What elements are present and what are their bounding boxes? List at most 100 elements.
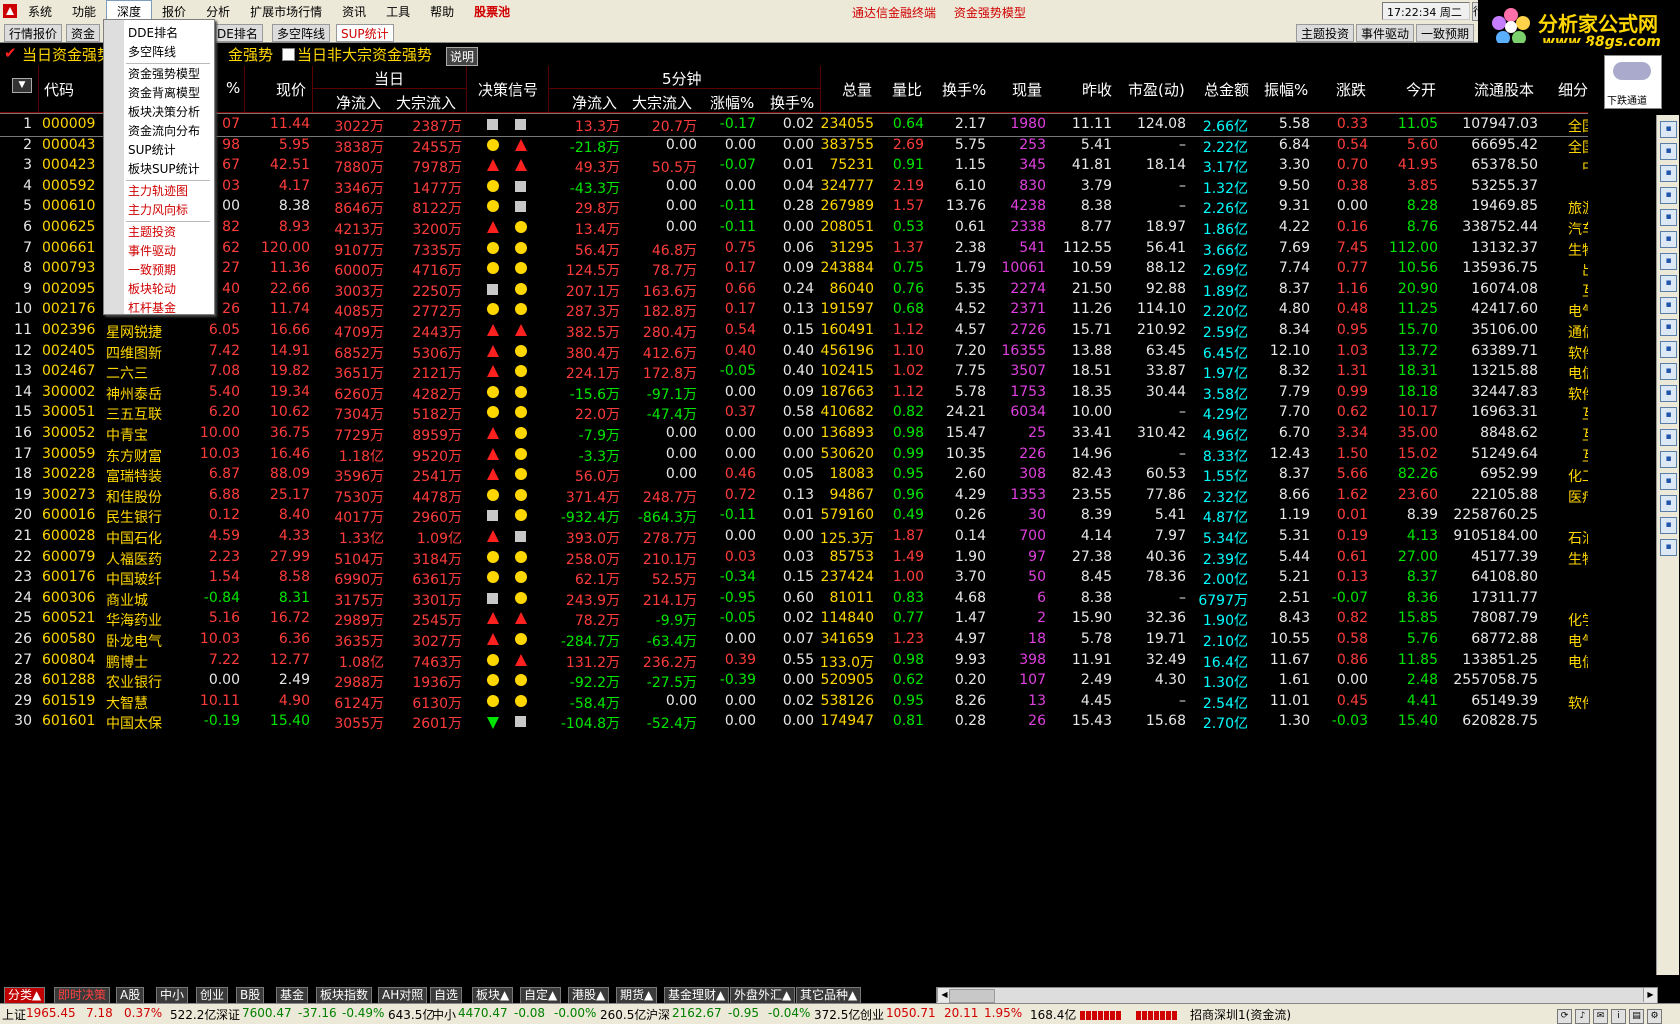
col-open[interactable]: 今开 <box>1406 79 1436 100</box>
chart-icon[interactable]: ▤ <box>1629 1009 1644 1024</box>
menu-stock-pool[interactable]: 股票池 <box>464 0 520 22</box>
dropdown-item[interactable]: 资金背离模型 <box>128 84 200 102</box>
col-amount[interactable]: 总金额 <box>1204 79 1249 100</box>
col-pct[interactable]: % <box>226 79 240 97</box>
kline-icon[interactable]: ▪ <box>1660 209 1677 226</box>
category-tab[interactable]: 期货▲ <box>616 987 658 1004</box>
bell-icon[interactable]: ▪ <box>1660 517 1677 534</box>
explain-button[interactable]: 说明 <box>446 47 479 66</box>
table-row[interactable]: 27 600804 鹏博士 7.22 12.77 1.08亿 7463万 131.2万 236.… <box>0 650 1624 672</box>
refresh-icon[interactable]: ⟳ <box>1557 1009 1572 1024</box>
category-tab[interactable]: 板块▲ <box>472 987 514 1004</box>
menu-info[interactable]: 资讯 <box>332 0 376 22</box>
category-tab[interactable]: A股 <box>116 987 145 1004</box>
col-change[interactable]: 涨跌 <box>1336 79 1366 100</box>
doc-icon[interactable]: ▪ <box>1660 429 1677 446</box>
tab-theme-invest[interactable]: 主题投资 <box>1296 24 1355 42</box>
col-volume[interactable]: 总量 <box>842 79 872 100</box>
tab-consensus[interactable]: 一致预期 <box>1416 24 1475 42</box>
category-tab[interactable]: 外盘外汇▲ <box>730 987 796 1004</box>
col-amplitude[interactable]: 振幅% <box>1264 79 1308 100</box>
table-row[interactable]: 16 300052 中青宝 10.00 36.75 7729万 8959万 -7.9万 0.00… <box>0 423 1624 445</box>
folder-icon[interactable]: ▪ <box>1660 407 1677 424</box>
dropdown-item[interactable]: 多空阵线 <box>128 43 176 61</box>
category-tab[interactable]: 中小 <box>156 987 189 1004</box>
tab-quotes[interactable]: 行情报价 <box>4 24 63 42</box>
tab-event-driven[interactable]: 事件驱动 <box>1356 24 1415 42</box>
table-row[interactable]: 15 300051 三五互联 6.20 10.62 7304万 5182万 22.0万 -47.… <box>0 402 1624 424</box>
col-5min-chg[interactable]: 涨幅% <box>710 92 754 113</box>
col-prev-close[interactable]: 昨收 <box>1082 79 1112 100</box>
broker-status[interactable]: 招商深圳1(资金流) <box>1190 1006 1291 1023</box>
cup-icon[interactable]: ▪ <box>1660 495 1677 512</box>
category-tab[interactable]: 自选 <box>430 987 463 1004</box>
down-arrow-icon[interactable]: ▪ <box>1660 143 1677 160</box>
col-day-block[interactable]: 大宗流入 <box>396 92 456 113</box>
category-tab[interactable]: 基金理财▲ <box>664 987 730 1004</box>
table-row[interactable]: 20 600016 民生银行 0.12 8.40 4017万 2960万 -932.4万 -86… <box>0 505 1624 527</box>
table-row[interactable]: 5 000610 00 8.38 8646万 8122万 29.8万 0.00 -0.11 0.2… <box>0 196 1624 218</box>
dropdown-item[interactable]: 主力风向标 <box>128 201 188 219</box>
tab-funds[interactable]: 资金 <box>66 24 101 42</box>
star-icon[interactable]: ▪ <box>1660 539 1677 556</box>
dropdown-item[interactable]: 主题投资 <box>128 223 176 241</box>
col-float-shares[interactable]: 流通股本 <box>1474 79 1534 100</box>
dropdown-item[interactable]: 一致预期 <box>128 261 176 279</box>
menu-help[interactable]: 帮助 <box>420 0 464 22</box>
filter-day-strong[interactable]: 当日资金强势 <box>22 44 112 65</box>
col-vol-ratio[interactable]: 量比 <box>892 79 922 100</box>
fz-icon[interactable]: ▪ <box>1660 319 1677 336</box>
news-icon[interactable]: ▪ <box>1660 297 1677 314</box>
col-price[interactable]: 现价 <box>276 79 306 100</box>
table-row[interactable]: 13 002467 二六三 7.08 19.82 3651万 2121万 224.1万 172.… <box>0 361 1624 383</box>
table-row[interactable]: 21 600028 中国石化 4.59 4.33 1.33亿 1.09亿 393.0万 278.… <box>0 526 1624 548</box>
category-tab[interactable]: 自定▲ <box>520 987 562 1004</box>
table-row[interactable]: 10 002176 26 11.74 4085万 2772万 287.3万 182.8万 0.1… <box>0 299 1624 321</box>
menu-extended-market[interactable]: 扩展市场行情 <box>240 0 332 22</box>
sort-toggle-button[interactable]: ▼ <box>12 78 32 93</box>
col-cur-vol[interactable]: 现量 <box>1012 79 1042 100</box>
table-row[interactable]: 23 600176 中国玻纤 1.54 8.58 6990万 6361万 62.1万 52.5万… <box>0 567 1624 589</box>
col-pe[interactable]: 市盈(动) <box>1128 79 1185 100</box>
promo-terminal[interactable]: 通达信金融终端 <box>852 6 936 20</box>
tab-sup-stats[interactable]: SUP统计 <box>336 24 394 42</box>
dropdown-item[interactable]: 资金流向分布 <box>128 122 200 140</box>
calc-icon[interactable]: ▪ <box>1660 275 1677 292</box>
col-signal[interactable]: 决策信号 <box>478 79 538 100</box>
settings-icon[interactable]: ⚙ <box>1647 1009 1662 1024</box>
dropdown-item[interactable]: 板块轮动 <box>128 280 176 298</box>
menu-depth[interactable]: 深度 <box>106 0 153 21</box>
col-industry[interactable]: 细分 <box>1558 79 1588 100</box>
table-row[interactable]: 3 000423 67 42.51 7880万 7978万 49.3万 50.5万 -0.07 0… <box>0 155 1624 177</box>
quote-icon[interactable]: ▪ <box>1660 253 1677 270</box>
col-day-net[interactable]: 净流入 <box>336 92 381 113</box>
scroll-thumb[interactable] <box>949 989 995 1003</box>
dropdown-item[interactable]: SUP统计 <box>128 141 176 159</box>
category-tab[interactable]: 其它品种▲ <box>796 987 862 1004</box>
table-row[interactable]: 11 002396 星网锐捷 6.05 16.66 4709万 2443万 382.5万 280… <box>0 320 1624 342</box>
category-tab[interactable]: 分类▲ <box>4 987 46 1004</box>
col-turnover[interactable]: 换手% <box>942 79 986 100</box>
fund-icon[interactable]: ▪ <box>1660 473 1677 490</box>
col-code[interactable]: 代码 <box>44 79 74 100</box>
table-row[interactable]: 26 600580 卧龙电气 10.03 6.36 3635万 3027万 -284.7万 -6… <box>0 629 1624 651</box>
chart-icon[interactable]: ▪ <box>1660 187 1677 204</box>
dropdown-item[interactable]: 事件驱动 <box>128 242 176 260</box>
category-tab[interactable]: B股 <box>236 987 265 1004</box>
dropdown-item[interactable]: 杠杆基金 <box>128 299 176 317</box>
dropdown-item[interactable]: 板块决策分析 <box>128 103 200 121</box>
table-row[interactable]: 8 000793 27 11.36 6000万 4716万 124.5万 78.7万 0.17 0… <box>0 258 1624 280</box>
list-icon[interactable]: ▪ <box>1660 165 1677 182</box>
table-row[interactable]: 6 000625 82 8.93 4213万 3200万 13.4万 0.00 -0.11 0.0… <box>0 217 1624 239</box>
up-arrow-icon[interactable]: ▪ <box>1660 121 1677 138</box>
table-row[interactable]: 29 601519 大智慧 10.11 4.90 6124万 6130万 -58.4万 0.00… <box>0 691 1624 713</box>
info-icon[interactable]: i <box>1611 1009 1626 1024</box>
category-tab[interactable]: 港股▲ <box>568 987 610 1004</box>
scroll-right-icon[interactable]: ▶ <box>1643 988 1657 1002</box>
table-row[interactable]: 25 600521 华海药业 5.16 16.72 2989万 2545万 78.2万 -9.9… <box>0 608 1624 630</box>
horizontal-scrollbar[interactable]: ◀ ▶ <box>936 987 1658 1004</box>
dropdown-item[interactable]: 板块SUP统计 <box>128 160 200 178</box>
table-row[interactable]: 24 600306 商业城 -0.84 8.31 3175万 3301万 243.9万 214.… <box>0 588 1624 610</box>
sound-icon[interactable]: ♪ <box>1575 1009 1590 1024</box>
table-row[interactable]: 12 002405 四维图新 7.42 14.91 6852万 5306万 380.4万 412… <box>0 341 1624 363</box>
